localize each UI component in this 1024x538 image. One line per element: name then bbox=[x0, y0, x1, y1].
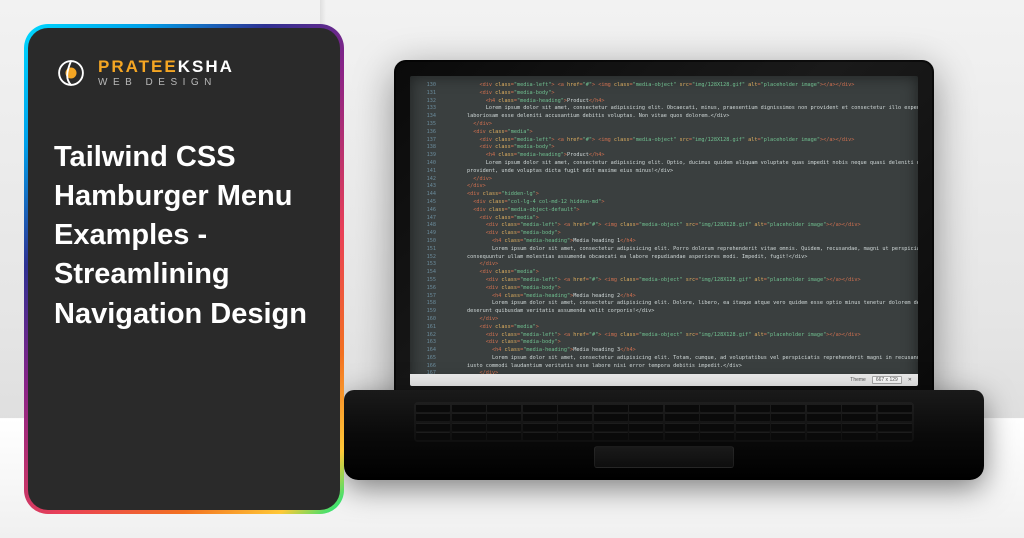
brand-text: PRATEEKSHA WEB DESIGN bbox=[98, 58, 234, 88]
close-icon: ✕ bbox=[908, 377, 912, 383]
card-headline: Tailwind CSS Hamburger Menu Examples - S… bbox=[54, 138, 314, 334]
trackpad bbox=[594, 446, 734, 468]
laptop: 130 <div class="media-left"> <a href="#"… bbox=[344, 60, 984, 480]
status-theme: Theme bbox=[850, 377, 866, 383]
laptop-base bbox=[344, 390, 984, 480]
code-area: 130 <div class="media-left"> <a href="#"… bbox=[410, 76, 918, 386]
laptop-screen-bezel: 130 <div class="media-left"> <a href="#"… bbox=[394, 60, 934, 410]
brand-name-accent: PRATEE bbox=[98, 57, 178, 76]
brand-subline: WEB DESIGN bbox=[98, 78, 234, 88]
editor-status-bar: Theme 667 x 129 ✕ bbox=[410, 374, 918, 386]
status-coords: 667 x 129 bbox=[872, 376, 902, 384]
brand-logo: PRATEEKSHA WEB DESIGN bbox=[54, 56, 314, 90]
code-editor: 130 <div class="media-left"> <a href="#"… bbox=[410, 76, 918, 386]
brand-name: PRATEEKSHA bbox=[98, 58, 234, 75]
brand-mark-icon bbox=[54, 56, 88, 90]
promo-card-frame: PRATEEKSHA WEB DESIGN Tailwind CSS Hambu… bbox=[24, 24, 344, 514]
promo-card: PRATEEKSHA WEB DESIGN Tailwind CSS Hambu… bbox=[28, 28, 340, 510]
keyboard bbox=[414, 402, 914, 442]
background-scene: 130 <div class="media-left"> <a href="#"… bbox=[0, 0, 1024, 538]
brand-name-rest: KSHA bbox=[178, 57, 234, 76]
